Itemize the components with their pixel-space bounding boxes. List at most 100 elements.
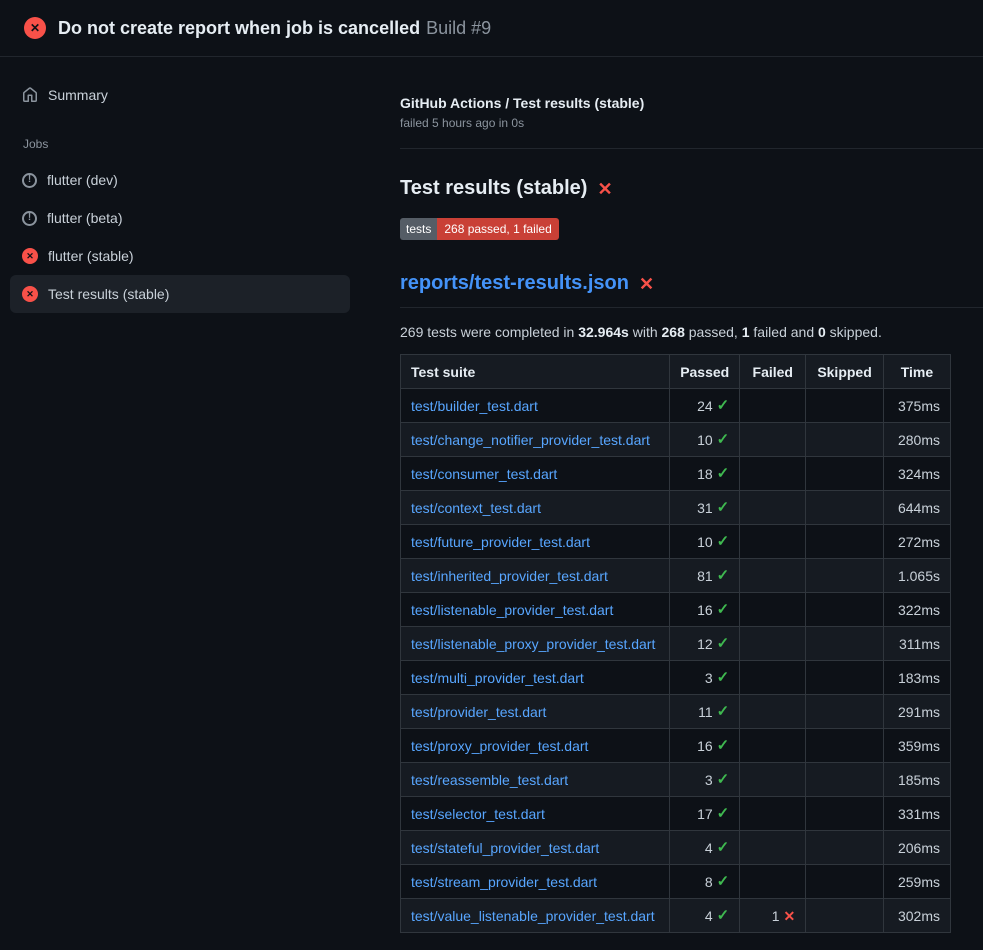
column-header-time: Time <box>883 355 950 389</box>
passed-cell: 11✓ <box>670 695 740 729</box>
passed-cell: 16✓ <box>670 729 740 763</box>
suite-cell: test/inherited_provider_test.dart <box>401 559 670 593</box>
check-icon: ✓ <box>717 398 730 413</box>
time-cell: 1.065s <box>883 559 950 593</box>
test-suite-link[interactable]: test/selector_test.dart <box>411 806 545 822</box>
table-header-row: Test suite Passed Failed Skipped Time <box>401 355 951 389</box>
failed-cell <box>740 627 806 661</box>
time-cell: 291ms <box>883 695 950 729</box>
test-suite-link[interactable]: test/provider_test.dart <box>411 704 546 720</box>
summary-label: Summary <box>48 87 108 103</box>
check-icon: ✓ <box>717 636 730 651</box>
failed-cell <box>740 491 806 525</box>
home-icon <box>22 87 38 103</box>
time-cell: 324ms <box>883 457 950 491</box>
test-suite-link[interactable]: test/stateful_provider_test.dart <box>411 840 599 856</box>
test-suite-link[interactable]: test/future_provider_test.dart <box>411 534 590 550</box>
test-suite-link[interactable]: test/multi_provider_test.dart <box>411 670 584 686</box>
table-row: test/inherited_provider_test.dart 81✓ 1.… <box>401 559 951 593</box>
divider <box>400 148 983 149</box>
report-file-link[interactable]: reports/test-results.json <box>400 272 629 295</box>
check-icon: ✓ <box>717 500 730 515</box>
check-icon: ✓ <box>717 738 730 753</box>
failed-cell <box>740 797 806 831</box>
passed-cell: 17✓ <box>670 797 740 831</box>
suite-cell: test/value_listenable_provider_test.dart <box>401 899 670 933</box>
passed-cell: 3✓ <box>670 661 740 695</box>
run-title: Do not create report when job is cancell… <box>58 18 420 38</box>
check-icon: ✓ <box>717 874 730 889</box>
failed-cell <box>740 457 806 491</box>
skipped-cell <box>806 627 884 661</box>
test-suite-link[interactable]: test/stream_provider_test.dart <box>411 874 597 890</box>
sidebar-job-item[interactable]: ✕ flutter (stable) <box>10 237 350 275</box>
run-header: ✕ Do not create report when job is cance… <box>0 0 983 57</box>
time-cell: 280ms <box>883 423 950 457</box>
skipped-cell <box>806 831 884 865</box>
test-suite-link[interactable]: test/listenable_proxy_provider_test.dart <box>411 636 655 652</box>
test-suite-link[interactable]: test/value_listenable_provider_test.dart <box>411 908 655 924</box>
check-icon: ✓ <box>717 772 730 787</box>
tests-badge: tests 268 passed, 1 failed <box>400 218 559 240</box>
test-suite-link[interactable]: test/context_test.dart <box>411 500 541 516</box>
alert-circle-icon: ! <box>22 173 37 188</box>
failed-cell: 1✕ <box>740 899 806 933</box>
sidebar-job-item[interactable]: ! flutter (dev) <box>10 161 350 199</box>
x-circle-icon: ✕ <box>24 17 46 39</box>
passed-cell: 18✓ <box>670 457 740 491</box>
skipped-cell <box>806 695 884 729</box>
passed-cell: 4✓ <box>670 831 740 865</box>
table-row: test/stateful_provider_test.dart 4✓ 206m… <box>401 831 951 865</box>
test-suite-link[interactable]: test/change_notifier_provider_test.dart <box>411 432 650 448</box>
time-cell: 311ms <box>883 627 950 661</box>
test-suite-link[interactable]: test/reassemble_test.dart <box>411 772 568 788</box>
column-header-skipped: Skipped <box>806 355 884 389</box>
results-summary: 269 tests were completed in 32.964s with… <box>400 324 951 340</box>
failed-cell <box>740 525 806 559</box>
suite-cell: test/multi_provider_test.dart <box>401 661 670 695</box>
failed-cell <box>740 763 806 797</box>
test-suite-link[interactable]: test/consumer_test.dart <box>411 466 557 482</box>
suite-cell: test/listenable_proxy_provider_test.dart <box>401 627 670 661</box>
failed-cell <box>740 559 806 593</box>
failed-cell <box>740 729 806 763</box>
table-row: test/context_test.dart 31✓ 644ms <box>401 491 951 525</box>
check-icon: ✓ <box>717 840 730 855</box>
skipped-cell <box>806 899 884 933</box>
column-header-test-suite: Test suite <box>401 355 670 389</box>
sidebar-job-item[interactable]: ! flutter (beta) <box>10 199 350 237</box>
skipped-cell <box>806 865 884 899</box>
table-row: test/future_provider_test.dart 10✓ 272ms <box>401 525 951 559</box>
sidebar-item-summary[interactable]: Summary <box>10 79 350 111</box>
test-suite-link[interactable]: test/listenable_provider_test.dart <box>411 602 613 618</box>
time-cell: 322ms <box>883 593 950 627</box>
sidebar-job-item[interactable]: ✕ Test results (stable) <box>10 275 350 313</box>
run-build-number: Build #9 <box>426 18 491 38</box>
check-icon: ✓ <box>717 432 730 447</box>
skipped-cell <box>806 559 884 593</box>
skipped-cell <box>806 491 884 525</box>
job-label: flutter (beta) <box>47 210 122 226</box>
table-row: test/change_notifier_provider_test.dart … <box>401 423 951 457</box>
suite-cell: test/builder_test.dart <box>401 389 670 423</box>
test-suite-link[interactable]: test/inherited_provider_test.dart <box>411 568 608 584</box>
time-cell: 259ms <box>883 865 950 899</box>
badge-label: tests <box>400 218 437 240</box>
suite-cell: test/context_test.dart <box>401 491 670 525</box>
time-cell: 206ms <box>883 831 950 865</box>
table-row: test/selector_test.dart 17✓ 331ms <box>401 797 951 831</box>
failed-cell <box>740 865 806 899</box>
passed-cell: 8✓ <box>670 865 740 899</box>
test-suite-link[interactable]: test/proxy_provider_test.dart <box>411 738 588 754</box>
table-row: test/provider_test.dart 11✓ 291ms <box>401 695 951 729</box>
check-icon: ✓ <box>717 704 730 719</box>
suite-cell: test/stateful_provider_test.dart <box>401 831 670 865</box>
passed-cell: 10✓ <box>670 423 740 457</box>
suite-cell: test/consumer_test.dart <box>401 457 670 491</box>
skipped-cell <box>806 525 884 559</box>
test-suite-link[interactable]: test/builder_test.dart <box>411 398 538 414</box>
failed-cell <box>740 389 806 423</box>
check-icon: ✓ <box>717 670 730 685</box>
time-cell: 644ms <box>883 491 950 525</box>
test-results-table: Test suite Passed Failed Skipped Time te… <box>400 354 951 933</box>
